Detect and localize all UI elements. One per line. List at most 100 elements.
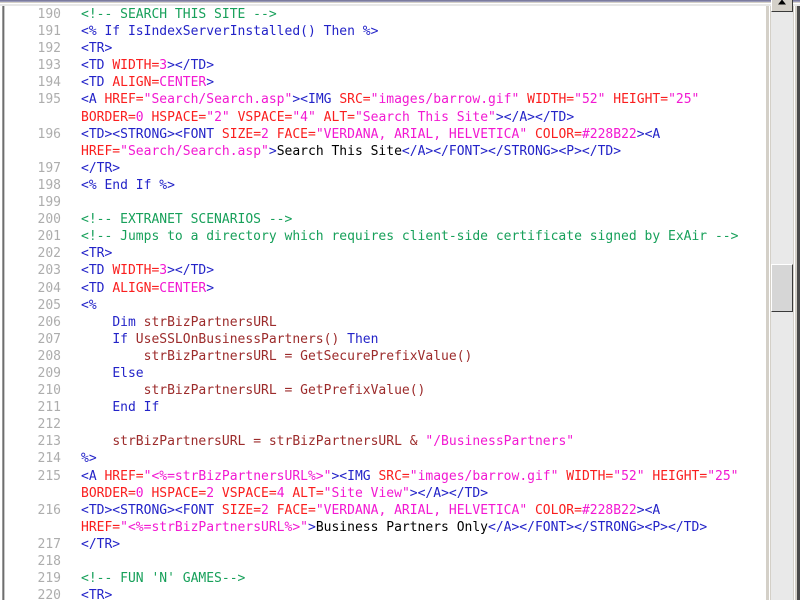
code-line[interactable]: 194 <TD ALIGN=CENTER> [9,74,739,91]
code-line[interactable]: 215 <A HREF="<%=strBizPartnersURL%>"><IMG… [9,468,739,485]
code-line[interactable]: 212 [9,416,739,433]
code-line[interactable]: 220 <TR> [9,587,739,600]
scrollbar-thumb[interactable] [771,264,793,312]
code-editor-pane[interactable]: 190 <!-- SEARCH THIS SITE --> 191 <% If IsI… [9,6,766,600]
scroll-up-button[interactable] [771,0,793,12]
line-number: 192 [37,41,61,57]
token-value: "VERDANA, ARIAL, HELVETICA" [315,126,535,142]
token-attr: HREF= [81,143,121,159]
token-tag: <TD><STRONG><FONT [81,502,222,518]
token-attr: WIDTH= [112,58,160,74]
scrollbar-edge-right [794,6,795,600]
code-line[interactable]: 193 <TD WIDTH=3></TD> [9,57,739,74]
code-line[interactable]: 191 <% If IsIndexServerInstalled() Then %… [9,23,739,40]
code-line[interactable]: 203 <TD WIDTH=3></TD> [9,262,739,279]
code-line[interactable]: 217 </TR> [9,536,739,553]
code-lines-container: 190 <!-- SEARCH THIS SITE --> 191 <% If IsI… [9,6,739,600]
editor-left-border [0,6,9,600]
token-value: "images/barrow.gif" [409,468,567,484]
token-comment: <!-- Jumps to a directory which requires… [81,229,739,245]
line-number: 206 [37,314,61,330]
code-line[interactable]: BORDER=0 HSPACE=2 VSPACE=4 ALT="Site Vie… [9,485,739,502]
token-attr: FACE= [276,502,316,518]
code-line-content: strBizPartnersURL = GetSecurePrefixValue… [61,348,473,365]
code-line-content: <!-- EXTRANET SCENARIOS --> [61,211,292,228]
code-line[interactable]: 197 </TR> [9,160,739,177]
code-line[interactable]: 201 <!-- Jumps to a directory which requi… [9,228,739,245]
token-attr: WIDTH= [527,92,575,108]
code-line[interactable]: 199 [9,194,739,211]
code-line[interactable]: 196 <TD><STRONG><FONT SIZE=2 FACE="VERDAN… [9,126,739,143]
token-tag: > [268,143,277,159]
code-line-content: </TR> [61,160,120,177]
code-line[interactable]: 205 <% [9,297,739,314]
code-line[interactable]: 207 If UseSSLOnBusinessPartners() Then [9,331,739,348]
token-identifier: UseSSLOnBusinessPartners() [135,331,348,347]
token-attr: WIDTH= [112,263,160,279]
code-line-content: <!-- FUN 'N' GAMES--> [61,570,245,587]
token-comment: <!-- EXTRANET SCENARIOS --> [81,212,293,228]
token-attr: WIDTH= [566,468,614,484]
token-attr: HREF= [104,92,144,108]
line-number: 200 [37,212,61,228]
line-number: 201 [37,229,61,245]
line-number: 213 [37,434,61,450]
token-tag: <A [81,468,105,484]
token-attr: VSPACE= [221,485,277,501]
line-number: 219 [37,571,61,587]
code-line[interactable]: HREF="<%=strBizPartnersURL%>">Business P… [9,519,739,536]
token-asp: <% If IsIndexServerInstalled() Then %> [81,24,379,40]
triangle-up-icon [778,0,786,5]
token-attr: SRC= [378,468,410,484]
code-line[interactable]: 219 <!-- FUN 'N' GAMES--> [9,570,739,587]
code-line[interactable]: 204 <TD ALIGN=CENTER> [9,280,739,297]
code-line-content: BORDER=0 HSPACE="2" VSPACE="4" ALT="Sear… [61,109,574,126]
code-line-content: <TD><STRONG><FONT SIZE=2 FACE="VERDANA, … [61,126,660,143]
token-attr: ALT= [323,109,355,125]
code-line[interactable]: 213 strBizPartnersURL = strBizPartnersUR… [9,433,739,450]
token-value: "52" [613,468,653,484]
code-line[interactable]: 211 End If [9,399,739,416]
code-line-content: HREF="Search/Search.asp">Search This Sit… [61,143,621,160]
line-number: 196 [37,126,61,142]
code-line[interactable]: 214 %> [9,450,739,467]
token-tag: ></TD> [167,58,215,74]
code-line[interactable]: 190 <!-- SEARCH THIS SITE --> [9,6,739,23]
code-line[interactable]: HREF="Search/Search.asp">Search This Sit… [9,143,739,160]
code-line[interactable]: 208 strBizPartnersURL = GetSecurePrefixV… [9,348,739,365]
code-line-content: <% If IsIndexServerInstalled() Then %> [61,23,378,40]
line-number: 217 [37,536,61,552]
code-line-content: strBizPartnersURL = strBizPartnersURL & … [61,433,574,450]
token-identifier: strBizPartnersURL [143,314,277,330]
code-line[interactable]: 200 <!-- EXTRANET SCENARIOS --> [9,211,739,228]
chrome-line-2 [0,1,800,2]
code-line[interactable]: 195 <A HREF="Search/Search.asp"><IMG SRC=… [9,91,739,108]
code-line[interactable]: 218 [9,553,739,570]
token-tag: ></A></TD> [495,109,575,125]
code-line[interactable]: 192 <TR> [9,40,739,57]
token-attr: SIZE= [221,126,262,142]
code-line[interactable]: 210 strBizPartnersURL = GetPrefixValue() [9,382,739,399]
code-line[interactable]: 209 Else [9,365,739,382]
token-tag: ></A></TD> [409,485,489,501]
vertical-scrollbar[interactable] [766,0,800,600]
code-line[interactable]: 202 <TR> [9,245,739,262]
code-line-content: Dim strBizPartnersURL [61,314,277,331]
code-line[interactable]: BORDER=0 HSPACE="2" VSPACE="4" ALT="Sear… [9,109,739,126]
token-attr: FACE= [276,126,316,142]
token-identifier: strBizPartnersURL = GetPrefixValue() [143,383,426,399]
line-number: 215 [37,468,61,484]
token-tag: </TR> [81,160,121,176]
line-number: 207 [37,331,61,347]
line-number: 193 [37,58,61,74]
code-line-content: <% End If %> [61,177,175,194]
code-line[interactable]: 206 Dim strBizPartnersURL [9,314,739,331]
token-attr: BORDER= [81,109,136,125]
line-number: 194 [37,75,61,91]
code-line-content: <TD WIDTH=3></TD> [61,262,214,279]
token-tag: <TD [81,263,113,279]
code-line[interactable]: 198 <% End If %> [9,177,739,194]
code-line[interactable]: 216 <TD><STRONG><FONT SIZE=2 FACE="VERDAN… [9,502,739,519]
